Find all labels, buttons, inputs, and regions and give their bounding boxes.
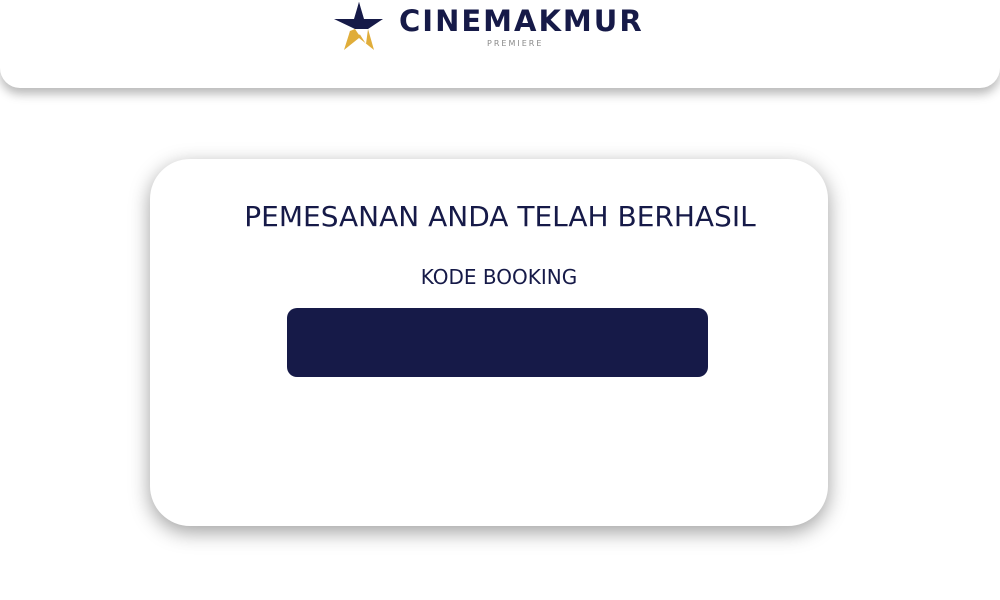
brand-tagline: PREMIERE [487,39,544,48]
site-header: CINEMAKMUR PREMIERE [0,0,1000,88]
success-title: PEMESANAN ANDA TELAH BERHASIL [244,200,756,233]
booking-code-label: KODE BOOKING [420,265,578,289]
brand-wordmark: CINEMAKMUR [399,4,644,38]
star-logo-icon [334,2,383,50]
booking-success-card: PEMESANAN ANDA TELAH BERHASIL KODE BOOKI… [150,159,828,526]
brand-logo[interactable]: CINEMAKMUR PREMIERE [333,0,643,52]
booking-code-box [287,308,708,377]
